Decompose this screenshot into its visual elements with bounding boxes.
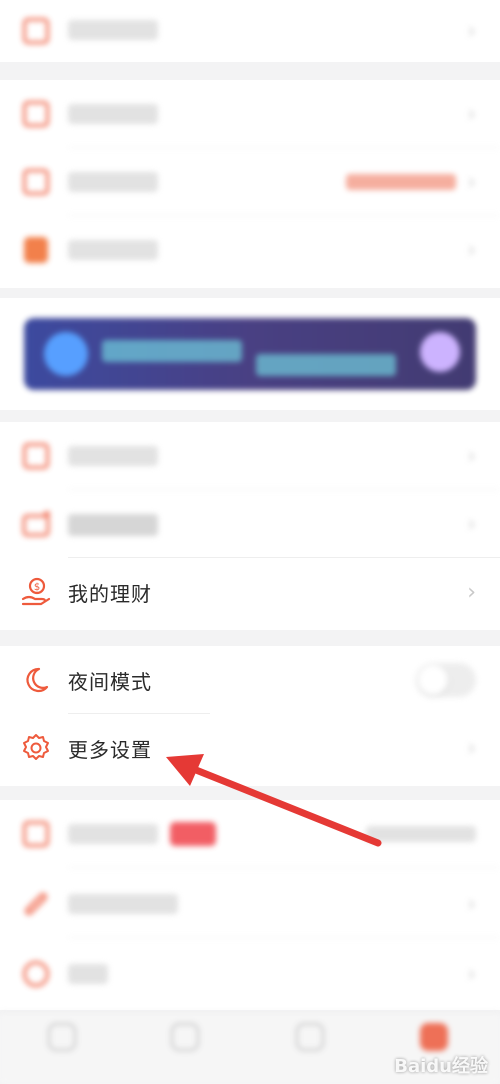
about-row[interactable]: ›: [0, 940, 500, 1008]
more-settings-label: 更多设置: [68, 737, 152, 762]
services-section: › › $ 我的理财 ›: [0, 422, 500, 630]
wallet-section: › › ›: [0, 80, 500, 288]
about-section: › ›: [0, 800, 500, 1010]
tab-home[interactable]: [32, 1023, 92, 1051]
wealth-label: 我的理财: [68, 581, 152, 606]
wallet-row-1[interactable]: ›: [0, 80, 500, 148]
wallet-row-2[interactable]: ›: [0, 148, 500, 216]
chevron-right-icon: ›: [467, 735, 476, 761]
profile-section: ›: [0, 0, 500, 62]
wallet-icon: [20, 98, 52, 130]
shop-icon: [20, 234, 52, 266]
gear-icon: [20, 732, 52, 764]
gift-icon: [20, 508, 52, 540]
gift-row[interactable]: ›: [0, 490, 500, 558]
discover-icon: [296, 1023, 324, 1051]
me-icon: [420, 1023, 448, 1051]
chevron-right-icon: ›: [467, 579, 476, 605]
tab-bookshelf[interactable]: [155, 1023, 215, 1051]
wealth-row[interactable]: $ 我的理财 ›: [0, 558, 500, 626]
services-row-1[interactable]: ›: [0, 422, 500, 490]
coin-icon: [20, 166, 52, 198]
tab-me[interactable]: [404, 1023, 464, 1051]
chevron-right-icon: ›: [467, 511, 476, 537]
update-row[interactable]: [0, 800, 500, 868]
chevron-right-icon: ›: [467, 961, 476, 987]
chevron-right-icon: ›: [467, 443, 476, 469]
night-mode-label: 夜间模式: [68, 669, 152, 694]
bookshelf-icon: [171, 1023, 199, 1051]
book-icon: [20, 440, 52, 472]
profile-icon: [20, 15, 52, 47]
smile-icon: [20, 958, 52, 990]
wallet-row-3[interactable]: ›: [0, 216, 500, 284]
chevron-right-icon: ›: [467, 891, 476, 917]
night-mode-row: 夜间模式: [0, 646, 500, 714]
pencil-icon: [20, 888, 52, 920]
chevron-right-icon: ›: [467, 101, 476, 127]
svg-text:$: $: [34, 582, 40, 593]
promo-banner[interactable]: [24, 318, 476, 390]
moon-icon: [20, 664, 52, 696]
tab-discover[interactable]: [280, 1023, 340, 1051]
update-icon: [20, 818, 52, 850]
chevron-right-icon: ›: [467, 169, 476, 195]
help-row[interactable]: ›: [0, 870, 500, 938]
chevron-right-icon: ›: [467, 18, 476, 44]
chevron-right-icon: ›: [467, 237, 476, 263]
home-icon: [48, 1023, 76, 1051]
profile-row[interactable]: ›: [0, 0, 500, 62]
more-settings-row[interactable]: 更多设置 ›: [0, 714, 500, 782]
settings-section: 夜间模式 更多设置 ›: [0, 646, 500, 786]
night-mode-toggle[interactable]: [416, 663, 476, 697]
wealth-hand-icon: $: [20, 576, 52, 608]
watermark: Baidu经验: [394, 1056, 488, 1077]
